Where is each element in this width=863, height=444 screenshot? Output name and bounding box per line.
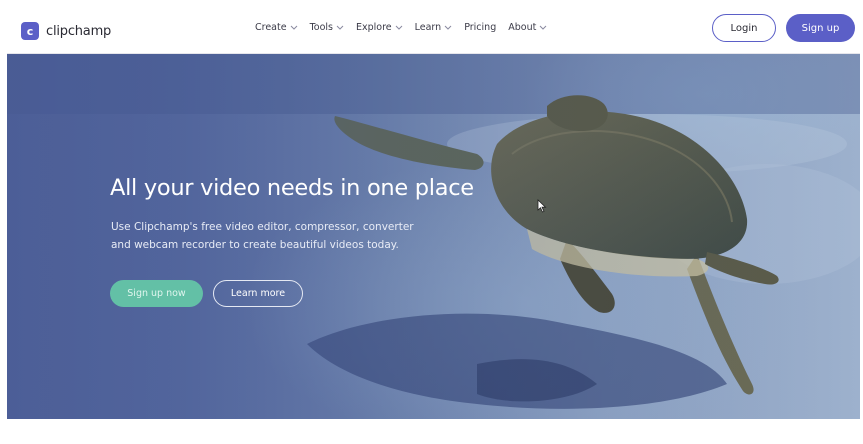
nav-item-explore[interactable]: Explore xyxy=(356,22,403,33)
learn-more-button[interactable]: Learn more xyxy=(213,280,303,307)
nav-label: Create xyxy=(255,22,287,33)
hero-subtitle: Use Clipchamp's free video editor, compr… xyxy=(111,218,431,254)
nav-item-pricing[interactable]: Pricing xyxy=(464,22,496,33)
nav-label: Pricing xyxy=(464,22,497,33)
svg-text:c: c xyxy=(27,25,34,38)
hero-title: All your video needs in one place xyxy=(110,175,474,201)
hero-section: All your video needs in one place Use Cl… xyxy=(7,54,860,419)
nav-item-about[interactable]: About xyxy=(508,22,547,33)
main-nav: Create Tools Explore Learn Pricing About xyxy=(255,22,559,33)
browser-viewport: c clipchamp Create Tools Explore Learn P… xyxy=(7,7,860,419)
nav-label: Explore xyxy=(355,22,392,33)
login-button[interactable]: Login xyxy=(712,14,776,42)
hero-subtitle-line: and webcam recorder to create beautiful … xyxy=(111,239,399,251)
nav-label: Tools xyxy=(309,22,333,33)
nav-label: About xyxy=(508,22,537,33)
nav-item-learn[interactable]: Learn xyxy=(415,22,453,33)
nav-label: Learn xyxy=(414,22,442,33)
chevron-down-icon xyxy=(444,25,452,30)
chevron-down-icon xyxy=(290,25,297,30)
chevron-down-icon xyxy=(395,25,402,30)
clipchamp-logo[interactable]: c clipchamp xyxy=(21,21,111,41)
nav-item-create[interactable]: Create xyxy=(255,22,298,33)
logo-wordmark: clipchamp xyxy=(46,23,112,39)
sign-up-button[interactable]: Sign up xyxy=(786,14,855,42)
chevron-down-icon xyxy=(539,25,547,30)
hero-subtitle-line: Use Clipchamp's free video editor, compr… xyxy=(111,221,414,233)
site-header: c clipchamp Create Tools Explore Learn P… xyxy=(7,7,860,54)
sign-up-now-button[interactable]: Sign up now xyxy=(110,280,203,307)
nav-item-tools[interactable]: Tools xyxy=(310,22,344,33)
logo-mark-icon: c xyxy=(21,22,39,40)
mouse-pointer-icon xyxy=(537,199,547,213)
chevron-down-icon xyxy=(336,25,344,30)
